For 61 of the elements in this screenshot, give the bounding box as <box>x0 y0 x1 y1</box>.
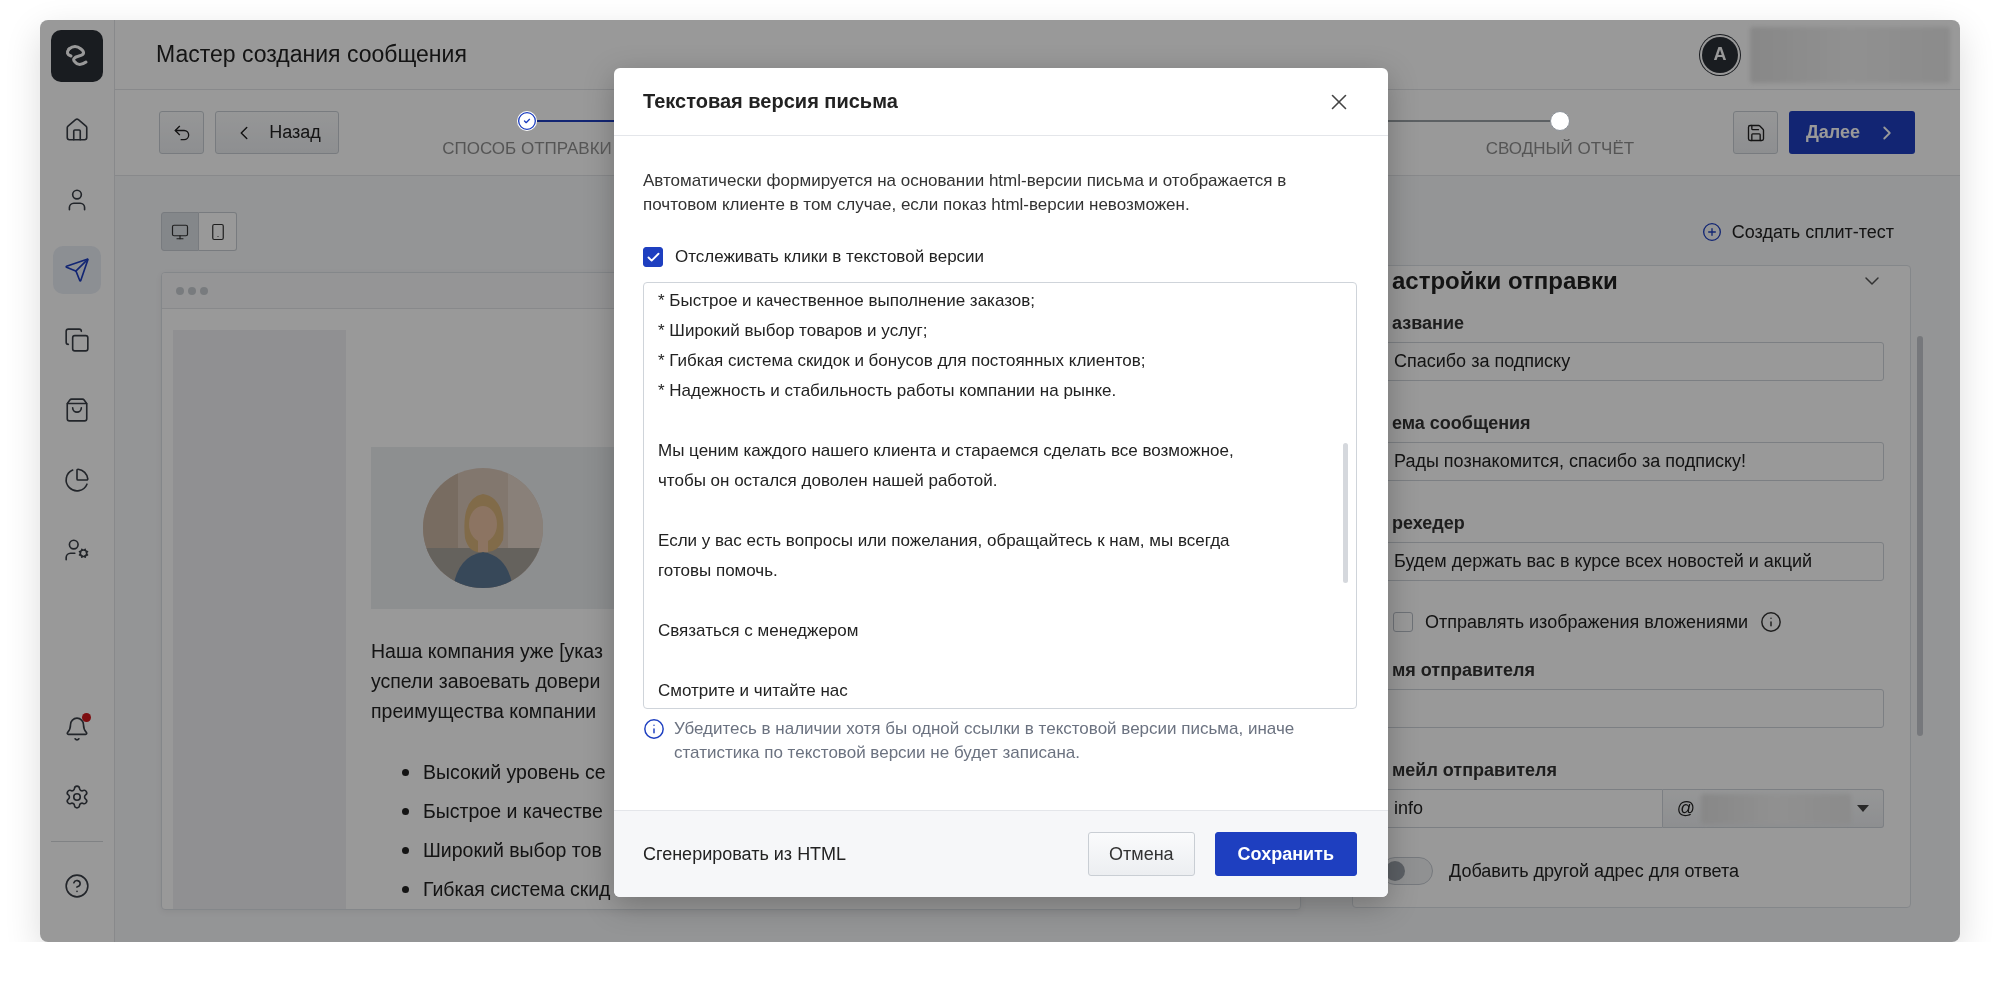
save-icon <box>1745 122 1766 143</box>
field-label: ема сообщения <box>1391 412 1532 434</box>
checkbox[interactable] <box>643 247 663 267</box>
bullet-text: Широкий выбор тов <box>423 839 602 862</box>
field-label: рехедер <box>1391 512 1466 534</box>
email-text-line: Наша компания уже [указ <box>371 639 603 664</box>
bullet-text: Высокий уровень се <box>423 761 606 784</box>
user-avatar[interactable]: A <box>1702 36 1738 73</box>
settings-icon <box>64 784 90 810</box>
bullet-text: Быстрое и качестве <box>423 800 603 823</box>
user-settings-icon <box>64 537 90 563</box>
dialog-title: Текстовая версия письма <box>643 90 898 113</box>
panel-title: астройки отправки <box>1392 267 1618 295</box>
save-button[interactable]: Сохранить <box>1214 832 1357 876</box>
domain-select[interactable]: @ <box>1662 789 1884 828</box>
dialog-description: Автоматически формируется на основании html-версии письма и отображается в почтовом клиенте в том случае, если показ html-версии невозможен. <box>643 170 1288 216</box>
bullet-dot <box>402 847 409 854</box>
toggle-label: Добавить другой адрес для ответа <box>1449 860 1740 882</box>
checkbox[interactable] <box>1393 612 1413 632</box>
logo[interactable] <box>51 30 103 82</box>
checkbox-label: Отправлять изображения вложениями <box>1425 611 1749 633</box>
scrollbar-thumb[interactable] <box>1917 336 1923 736</box>
monitor-icon <box>171 222 189 241</box>
bullet-dot <box>402 886 409 893</box>
help-icon <box>64 873 90 899</box>
bell-icon <box>64 716 90 742</box>
undo-button[interactable] <box>159 111 204 154</box>
field-label: азвание <box>1391 312 1465 334</box>
bullet-dot <box>402 769 409 776</box>
checkbox-label: Отслеживать клики в текстовой версии <box>675 247 985 267</box>
generate-from-html-button[interactable]: Сгенерировать из HTML <box>643 843 847 865</box>
field-label: мя отправителя <box>1391 659 1536 681</box>
pie-chart-icon <box>64 467 90 493</box>
split-test-link[interactable]: Создать сплит-тест <box>1731 221 1894 243</box>
plus-circle-icon <box>1701 222 1722 242</box>
house-icon <box>64 117 90 143</box>
email-text-line: преимущества компании <box>371 699 597 724</box>
text-version-field[interactable]: * Быстрое и качественное выполнение заказов; * Широкий выбор товаров и услуг; * Гибкая система скидок и бонусов для постоянных клиентов; * Надежность и стабильность работы компании на рынке. Мы ценим каждого нашего клиента и стараемся сделать все возможное, чтобы он остался доволен нашей работой. Если у вас есть вопросы или пожелания, обращайтесь к нам, мы всегда готовы помочь. Связаться с менеджером Смотрите и читайте нас <box>643 282 1357 709</box>
step-label: СПОСОБ ОТПРАВКИ <box>442 139 612 159</box>
info-icon[interactable] <box>1760 611 1783 633</box>
shopping-bag-icon <box>64 397 90 423</box>
step-label: СВОДНЫЙ ОТЧЁТ <box>1485 139 1635 159</box>
view-mode-button[interactable] <box>199 212 237 251</box>
dialog-note: Убедитесь в наличии хотя бы одной ссылки в текстовой версии письма, иначе статистика по текстовой версии не будет записана. <box>674 718 1296 764</box>
info-icon <box>643 718 665 740</box>
save-button[interactable] <box>1733 111 1778 154</box>
field-label: мейл отправителя <box>1391 759 1558 781</box>
next-button[interactable]: Далее <box>1789 111 1915 154</box>
bullet-dot <box>402 808 409 815</box>
caret-icon <box>1857 805 1869 812</box>
view-mode-button[interactable] <box>161 212 199 251</box>
email-text-line: успели завоевать довери <box>371 669 601 694</box>
window-dots-icon <box>176 286 208 295</box>
scrollbar-thumb[interactable] <box>1343 443 1348 583</box>
nav-item[interactable] <box>53 246 101 294</box>
bullet-text: Гибкая система скид <box>423 878 611 901</box>
send-icon <box>64 257 90 283</box>
copy-icon <box>64 327 90 353</box>
cancel-button[interactable]: Отмена <box>1088 832 1195 876</box>
back-button[interactable]: Назад <box>215 111 339 154</box>
page-title: Мастер создания сообщения <box>156 41 468 68</box>
